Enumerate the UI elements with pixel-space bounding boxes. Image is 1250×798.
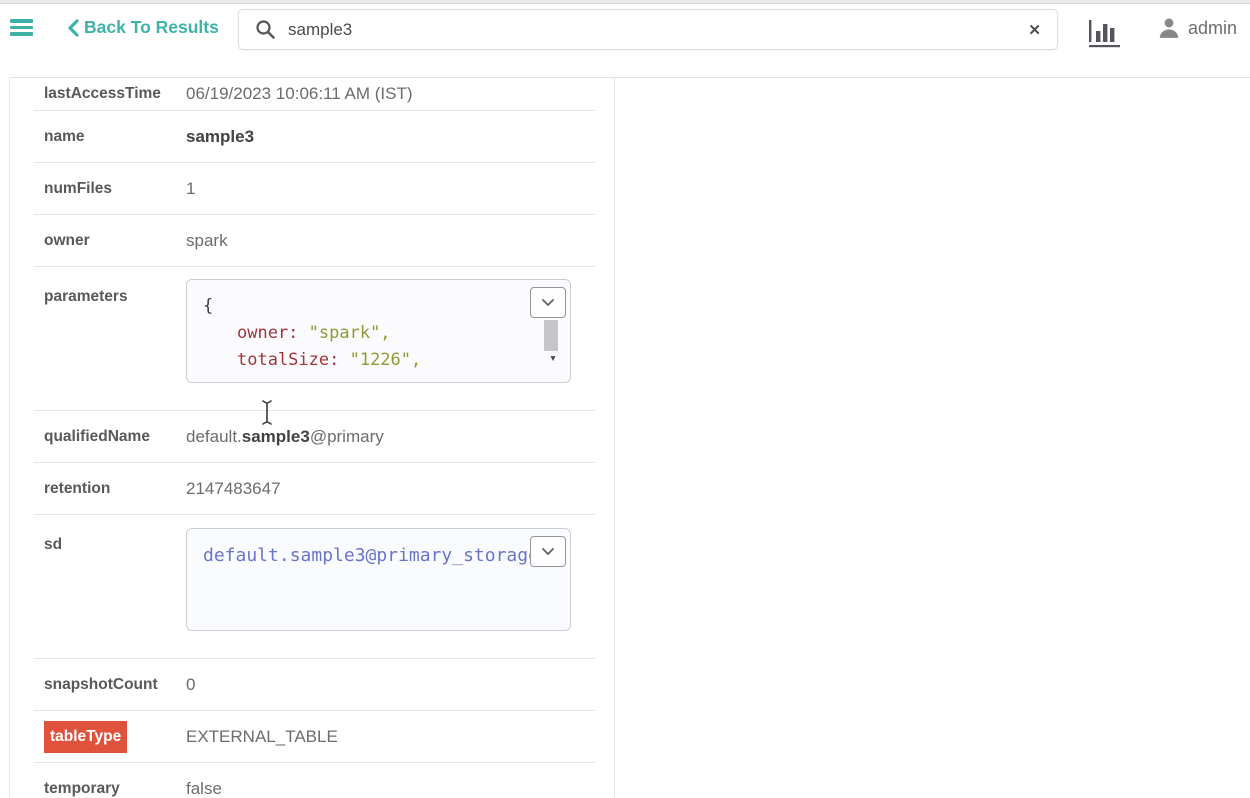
property-row-sd: sd default.sample3@primary_storage — [34, 515, 595, 659]
property-key: temporary — [34, 780, 186, 798]
search-icon — [255, 19, 276, 40]
property-row-snapshotcount: snapshotCount 0 — [34, 659, 595, 711]
json-line: owner: "spark", — [203, 320, 570, 347]
text-ibeam-cursor — [260, 399, 274, 426]
property-row-tabletype: tableType EXTERNAL_TABLE — [34, 711, 595, 763]
user-icon — [1158, 17, 1180, 39]
parameters-json-box: { owner: "spark", totalSize: "1226", ▾ — [186, 279, 571, 383]
property-value: false — [186, 779, 222, 798]
property-value: 1 — [186, 179, 195, 199]
json-line: totalSize: "1226", — [203, 347, 570, 374]
property-row-temporary: temporary false — [34, 763, 595, 798]
search-input[interactable] — [276, 20, 1028, 40]
property-key: owner — [34, 232, 186, 250]
property-key: name — [34, 128, 186, 146]
back-to-results-link[interactable]: Back To Results — [68, 17, 219, 38]
statistics-button[interactable] — [1086, 17, 1124, 49]
page: Back To Results ✕ — [0, 0, 1250, 798]
property-key: snapshotCount — [34, 676, 186, 694]
property-key: parameters — [34, 267, 186, 306]
property-value: 2147483647 — [186, 479, 281, 499]
panel-divider — [614, 77, 615, 798]
property-row-name: name sample3 — [34, 111, 595, 163]
property-row-qualifiedname: qualifiedName default.sample3@primary — [34, 411, 595, 463]
chevron-down-icon — [541, 547, 555, 556]
sd-reference-box: default.sample3@primary_storage — [186, 528, 571, 631]
property-key: lastAccessTime — [34, 85, 186, 103]
search-box[interactable]: ✕ — [238, 9, 1058, 50]
back-to-results-label: Back To Results — [84, 17, 219, 38]
user-name-label: admin — [1188, 18, 1237, 39]
property-value: EXTERNAL_TABLE — [186, 727, 338, 747]
property-key: qualifiedName — [34, 428, 186, 446]
user-menu[interactable]: admin — [1158, 17, 1237, 39]
properties-table: lastAccessTime 06/19/2023 10:06:11 AM (I… — [10, 78, 614, 798]
chevron-down-icon — [541, 298, 555, 307]
clear-search-icon[interactable]: ✕ — [1028, 21, 1041, 39]
property-value: default.sample3@primary — [186, 427, 384, 447]
property-value: sample3 — [186, 127, 254, 147]
property-key: sd — [34, 515, 186, 554]
bar-chart-icon — [1087, 18, 1123, 48]
property-row-owner: owner spark — [34, 215, 595, 267]
property-row-retention: retention 2147483647 — [34, 463, 595, 515]
search-match-text: sample3 — [242, 427, 310, 446]
json-open-brace: { — [203, 293, 570, 320]
expand-sd-button[interactable] — [530, 536, 566, 567]
menu-hamburger-icon[interactable] — [10, 19, 33, 36]
property-row-parameters: parameters { owner: "spark", totalSize: … — [34, 267, 595, 411]
property-key: tableType — [34, 721, 186, 753]
sd-reference-link[interactable]: default.sample3@primary_storage — [203, 545, 533, 566]
top-border-strip — [0, 0, 1250, 4]
property-row-numfiles: numFiles 1 — [34, 163, 595, 215]
property-value: spark — [186, 231, 228, 251]
scrollbar-down-arrow[interactable]: ▾ — [549, 352, 557, 365]
chevron-left-icon — [68, 19, 79, 37]
property-row-lastaccesstime: lastAccessTime 06/19/2023 10:06:11 AM (I… — [34, 78, 595, 111]
expand-parameters-button[interactable] — [530, 287, 566, 318]
property-key: numFiles — [34, 180, 186, 198]
property-value: 06/19/2023 10:06:11 AM (IST) — [186, 84, 413, 104]
header-bar: Back To Results ✕ — [0, 5, 1250, 77]
property-key: retention — [34, 480, 186, 498]
scrollbar-thumb[interactable] — [544, 320, 558, 351]
property-value: 0 — [186, 675, 195, 695]
search-match-highlight: tableType — [44, 721, 127, 753]
